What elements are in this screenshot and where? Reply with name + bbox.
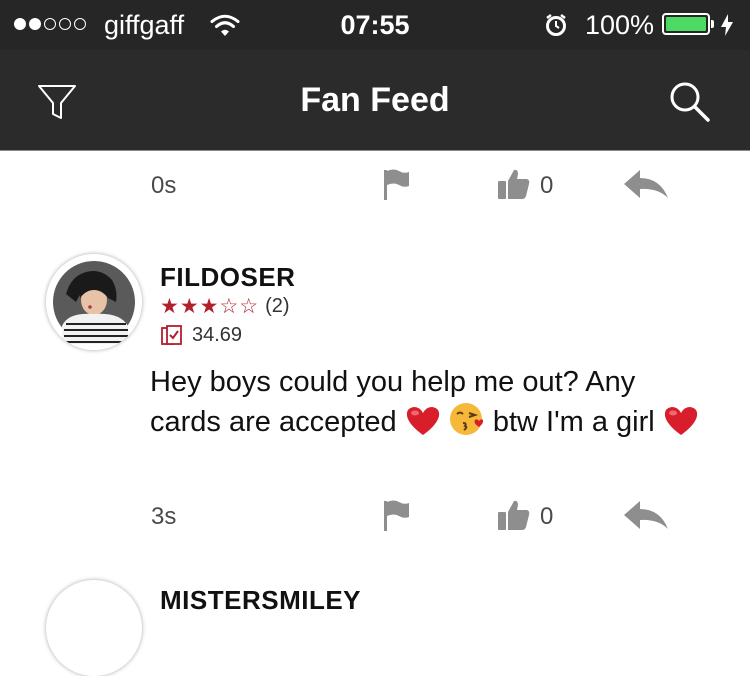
post-author[interactable]: MISTERSMILEY — [160, 585, 361, 616]
user-photo — [46, 254, 142, 350]
rating-count: (2) — [265, 295, 290, 317]
prev-post-actions: 0s 0 — [0, 166, 750, 206]
flag-icon — [384, 169, 409, 200]
reply-icon — [624, 501, 668, 529]
post-author[interactable]: FILDOSER — [160, 262, 295, 293]
battery-icon — [662, 13, 710, 35]
reply-button[interactable] — [622, 499, 670, 533]
battery-percent: 100% — [585, 10, 655, 40]
search-button[interactable] — [664, 76, 714, 126]
heart-emoji-icon — [664, 407, 697, 435]
reply-icon — [624, 170, 668, 198]
report-button[interactable] — [382, 168, 412, 202]
thumbs-up-icon — [498, 500, 530, 530]
thumbs-up-icon — [498, 169, 530, 199]
post-body: Hey boys could you help me out? Any card… — [150, 364, 710, 441]
user-rating: ★★★☆☆ (2) — [160, 294, 290, 319]
battery-tip — [711, 20, 714, 28]
post-time: 3s — [151, 503, 177, 530]
kissing-face-emoji-icon — [449, 403, 483, 435]
avatar[interactable] — [46, 580, 142, 676]
like-button[interactable] — [496, 166, 532, 202]
charging-icon — [720, 13, 734, 42]
report-button[interactable] — [382, 499, 412, 533]
status-bar: giffgaff 07:55 100% — [0, 0, 750, 50]
post-text-part2: btw I'm a girl — [492, 406, 655, 438]
rating-stars: ★★★☆☆ — [160, 295, 260, 318]
flag-icon — [384, 500, 409, 531]
balance-value: 34.69 — [192, 324, 243, 346]
cards-icon — [161, 324, 182, 345]
heart-emoji-icon — [406, 407, 439, 435]
reply-button[interactable] — [622, 168, 670, 202]
like-count: 0 — [540, 172, 554, 199]
search-icon — [670, 82, 710, 122]
post-time: 0s — [151, 172, 177, 199]
user-balance: 34.69 — [160, 324, 242, 347]
post-actions: 3s 0 — [0, 497, 750, 537]
nav-bar: Fan Feed — [0, 50, 750, 151]
alarm-icon — [544, 13, 568, 42]
avatar[interactable] — [46, 254, 142, 350]
page-title: Fan Feed — [300, 81, 450, 119]
like-count: 0 — [540, 503, 554, 530]
like-button[interactable] — [496, 497, 532, 533]
